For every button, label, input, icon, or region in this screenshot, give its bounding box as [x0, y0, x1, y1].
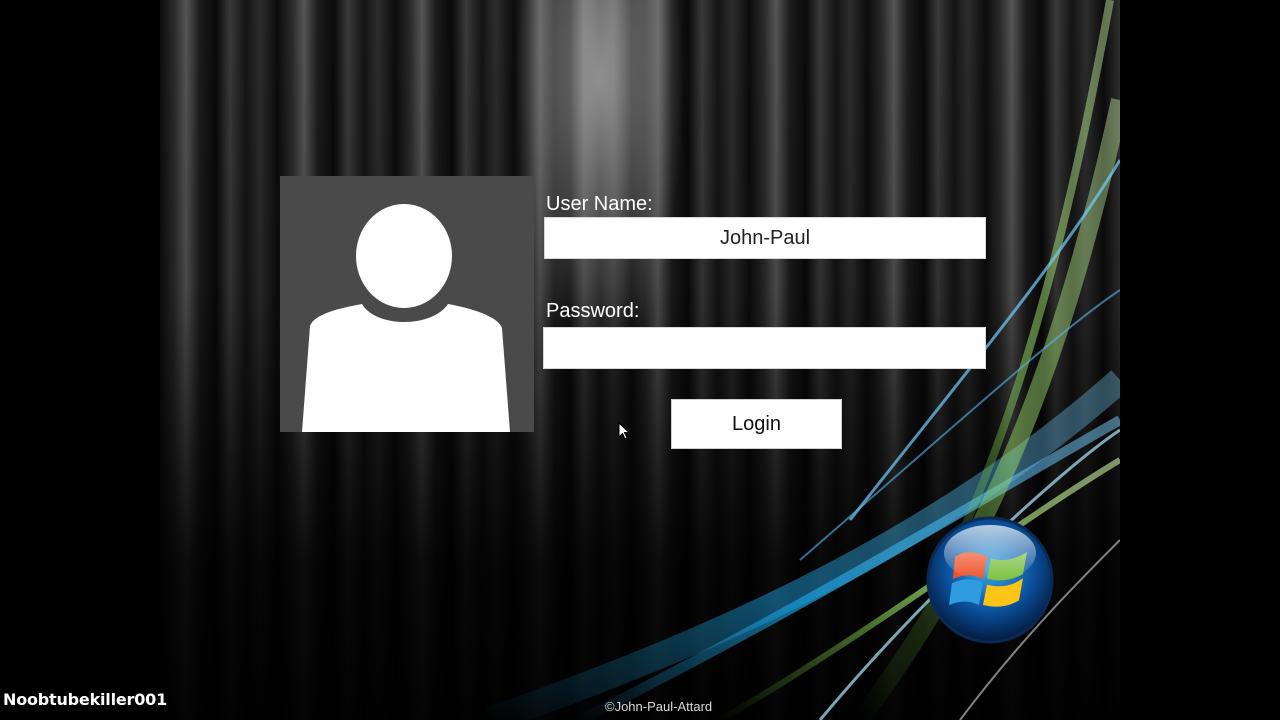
- login-button[interactable]: Login: [671, 399, 842, 449]
- username-label: User Name:: [546, 193, 653, 215]
- user-avatar: [280, 176, 534, 432]
- screen: User Name: Password: Login: [0, 0, 1280, 720]
- login-screen: User Name: Password: Login: [160, 0, 1120, 720]
- copyright-text: ©John-Paul-Attard: [605, 699, 713, 714]
- password-label: Password:: [546, 300, 640, 322]
- channel-watermark: Noobtubekiller001: [3, 690, 168, 709]
- password-field[interactable]: [543, 327, 986, 369]
- windows-logo-icon: [926, 516, 1054, 644]
- user-silhouette-icon: [302, 198, 510, 432]
- mouse-pointer-icon: [618, 422, 630, 440]
- username-field[interactable]: [544, 217, 986, 259]
